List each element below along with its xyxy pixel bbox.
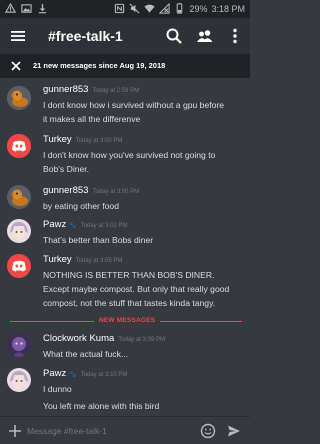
menu-icon[interactable]	[10, 28, 26, 44]
message-line: compost, not the stuff that tastes kinda…	[43, 298, 216, 308]
message-timestamp: Today at 3:00 PM	[75, 138, 123, 144]
message-timestamp: Today at 2:59 PM	[92, 88, 140, 94]
message-timestamp: Today at 3:05 PM	[75, 258, 123, 264]
nfc-icon	[115, 3, 125, 14]
message-body: I dont know how i survived without a gpu…	[43, 98, 243, 126]
message-author[interactable]: Pawz 🐾 Today at 3:02 PM	[43, 219, 127, 230]
plus-icon[interactable]	[8, 424, 22, 438]
message-line: I dont know how i survived without a gpu…	[43, 100, 225, 110]
message-author[interactable]: Turkey Today at 3:05 PM	[43, 254, 122, 265]
avatar[interactable]	[7, 333, 31, 357]
close-icon[interactable]	[10, 60, 22, 72]
message-line: NOTHING IS BETTER THAN BOB'S DINER.	[43, 270, 215, 280]
message-body: That's better than Bobs diner	[43, 233, 243, 247]
message-line: Bob's Diner.	[43, 164, 90, 174]
message-line: I dunno	[43, 384, 72, 394]
message-input[interactable]	[27, 423, 192, 439]
avatar[interactable]	[7, 134, 31, 158]
battery-percent: 29%	[189, 3, 208, 14]
message-timestamp: Today at 3:02 PM	[80, 223, 128, 229]
battery-icon	[177, 3, 183, 14]
anime-girl-avatar-icon	[7, 219, 31, 243]
message-body: What the actual fuck...	[43, 347, 243, 361]
send-icon[interactable]	[227, 424, 241, 438]
message-author[interactable]: gunner853 Today at 2:59 PM	[43, 84, 139, 95]
message-list: gunner853 Today at 2:59 PM I dont know ho…	[0, 78, 250, 416]
clock: 3:18 PM	[211, 3, 245, 14]
mute-icon	[129, 3, 140, 14]
message-author[interactable]: Pawz 🐾 Today at 3:10 PM	[43, 368, 127, 379]
rubber-duck-avatar-icon	[7, 86, 31, 110]
discord-logo-icon	[7, 254, 31, 278]
message-body: by eating other food	[43, 199, 243, 213]
message-author[interactable]: Turkey Today at 3:00 PM	[43, 134, 122, 145]
emoji-icon[interactable]	[200, 423, 216, 439]
channel-title[interactable]: #free-talk-1	[48, 28, 123, 44]
avatar[interactable]	[7, 368, 31, 392]
new-messages-divider: NEW MESSAGES	[10, 316, 242, 326]
search-icon[interactable]	[165, 27, 183, 45]
more-icon[interactable]	[226, 27, 244, 45]
message-line: I don't know how you've survived not goi…	[43, 150, 216, 160]
message-line: What the actual fuck...	[43, 349, 129, 359]
avatar[interactable]	[7, 86, 31, 110]
message-body: I don't know how you've survived not goi…	[43, 148, 243, 176]
members-icon[interactable]	[196, 27, 214, 45]
image-icon	[21, 4, 32, 13]
message-line: That's better than Bobs diner	[43, 235, 154, 245]
avatar[interactable]	[7, 219, 31, 243]
discord-logo-icon	[7, 134, 31, 158]
alert-icon	[5, 3, 16, 13]
message-author[interactable]: gunner853 Today at 3:00 PM	[43, 185, 139, 196]
divider-label: NEW MESSAGES	[99, 317, 156, 324]
new-messages-banner[interactable]: 21 new messages since Aug 19, 2018	[0, 54, 250, 78]
banner-text: 21 new messages since Aug 19, 2018	[33, 61, 166, 70]
no-signal-icon	[159, 3, 171, 14]
paw-badge-icon: 🐾	[69, 372, 77, 378]
rubber-duck-avatar-icon	[7, 185, 31, 209]
wifi-icon	[144, 4, 155, 13]
message-body: I dunno You left me alone with this bird	[43, 382, 243, 413]
download-icon	[38, 3, 47, 14]
app-bar: #free-talk-1	[0, 18, 250, 54]
anime-girl-avatar-icon	[7, 368, 31, 392]
message-author[interactable]: Clockwork Kuma Today at 3:09 PM	[43, 333, 165, 344]
message-composer	[0, 416, 250, 444]
message-body: NOTHING IS BETTER THAN BOB'S DINER. Exce…	[43, 268, 243, 310]
message-timestamp: Today at 3:00 PM	[92, 189, 140, 195]
message-line: it makes all the differenve	[43, 114, 141, 124]
message-line: You left me alone with this bird	[43, 401, 160, 411]
avatar[interactable]	[7, 254, 31, 278]
message-line: Except maybe compost. But only that real…	[43, 284, 230, 294]
avatar[interactable]	[7, 185, 31, 209]
paw-badge-icon: 🐾	[69, 223, 77, 229]
message-line: by eating other food	[43, 201, 119, 211]
status-bar: 29% 3:18 PM	[0, 0, 250, 18]
purple-character-avatar-icon	[7, 333, 31, 357]
message-timestamp: Today at 3:10 PM	[80, 372, 128, 378]
message-timestamp: Today at 3:09 PM	[118, 337, 165, 343]
